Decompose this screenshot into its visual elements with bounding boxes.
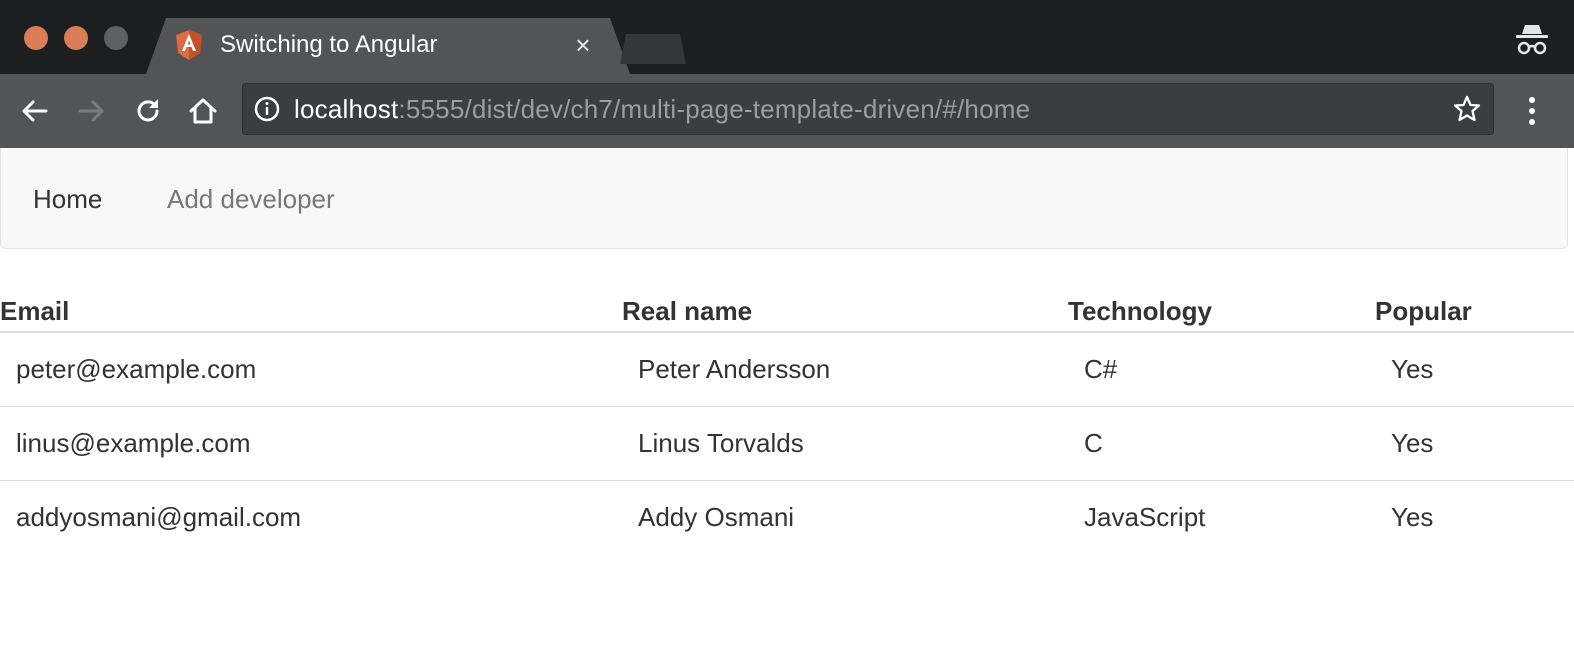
window-minimize-button[interactable] bbox=[64, 26, 88, 50]
column-header-popular: Popular bbox=[1375, 296, 1472, 326]
cell-popular: Yes bbox=[1391, 354, 1434, 384]
cell-popular: Yes bbox=[1391, 502, 1434, 532]
nav-link-home[interactable]: Home bbox=[33, 184, 102, 215]
browser-title-bar: Switching to Angular × bbox=[0, 0, 1574, 74]
kebab-menu-icon[interactable] bbox=[1518, 94, 1546, 128]
cell-email: addyosmani@gmail.com bbox=[16, 502, 302, 532]
cell-popular: Yes bbox=[1391, 428, 1434, 458]
url-path: :5555/dist/dev/ch7/multi-page-template-d… bbox=[398, 94, 1031, 124]
tab-title: Switching to Angular bbox=[220, 31, 438, 58]
window-close-button[interactable] bbox=[24, 26, 48, 50]
table-row: linus@example.com Linus Torvalds C Yes bbox=[0, 407, 1574, 481]
cell-email: peter@example.com bbox=[16, 354, 257, 384]
back-arrow-icon[interactable] bbox=[18, 94, 52, 128]
new-tab-button[interactable] bbox=[620, 34, 686, 64]
angular-logo-icon bbox=[176, 30, 202, 60]
table-row: addyosmani@gmail.com Addy Osmani JavaScr… bbox=[0, 481, 1574, 554]
star-icon[interactable] bbox=[1452, 94, 1482, 124]
cell-real-name: Addy Osmani bbox=[638, 502, 795, 532]
table-header-row: Email Real name Technology Popular bbox=[0, 286, 1574, 333]
forward-arrow-icon[interactable] bbox=[74, 94, 108, 128]
app-navbar: Home Add developer bbox=[0, 148, 1568, 249]
incognito-icon bbox=[1516, 25, 1548, 55]
home-icon[interactable] bbox=[186, 94, 220, 128]
cell-technology: JavaScript bbox=[1084, 502, 1206, 532]
window-maximize-button[interactable] bbox=[104, 26, 128, 50]
browser-tab-active[interactable]: Switching to Angular × bbox=[146, 18, 630, 74]
address-bar[interactable]: localhost:5555/dist/dev/ch7/multi-page-t… bbox=[242, 83, 1494, 135]
cell-technology: C bbox=[1084, 428, 1103, 458]
cell-technology: C# bbox=[1084, 354, 1118, 384]
browser-toolbar: localhost:5555/dist/dev/ch7/multi-page-t… bbox=[0, 74, 1574, 148]
url-host: localhost bbox=[294, 94, 399, 124]
reload-icon[interactable] bbox=[131, 94, 165, 128]
tab-close-button[interactable]: × bbox=[570, 32, 596, 58]
column-header-technology: Technology bbox=[1068, 296, 1212, 326]
url-text[interactable]: localhost:5555/dist/dev/ch7/multi-page-t… bbox=[294, 94, 1030, 125]
cell-real-name: Peter Andersson bbox=[638, 354, 831, 384]
developers-table: Email Real name Technology Popular peter… bbox=[0, 286, 1574, 554]
cell-email: linus@example.com bbox=[16, 428, 251, 458]
cell-real-name: Linus Torvalds bbox=[638, 428, 804, 458]
column-header-real-name: Real name bbox=[622, 296, 753, 326]
info-icon[interactable] bbox=[254, 96, 280, 122]
nav-link-add-developer[interactable]: Add developer bbox=[167, 184, 335, 215]
table-row: peter@example.com Peter Andersson C# Yes bbox=[0, 333, 1574, 407]
column-header-email: Email bbox=[0, 296, 70, 326]
